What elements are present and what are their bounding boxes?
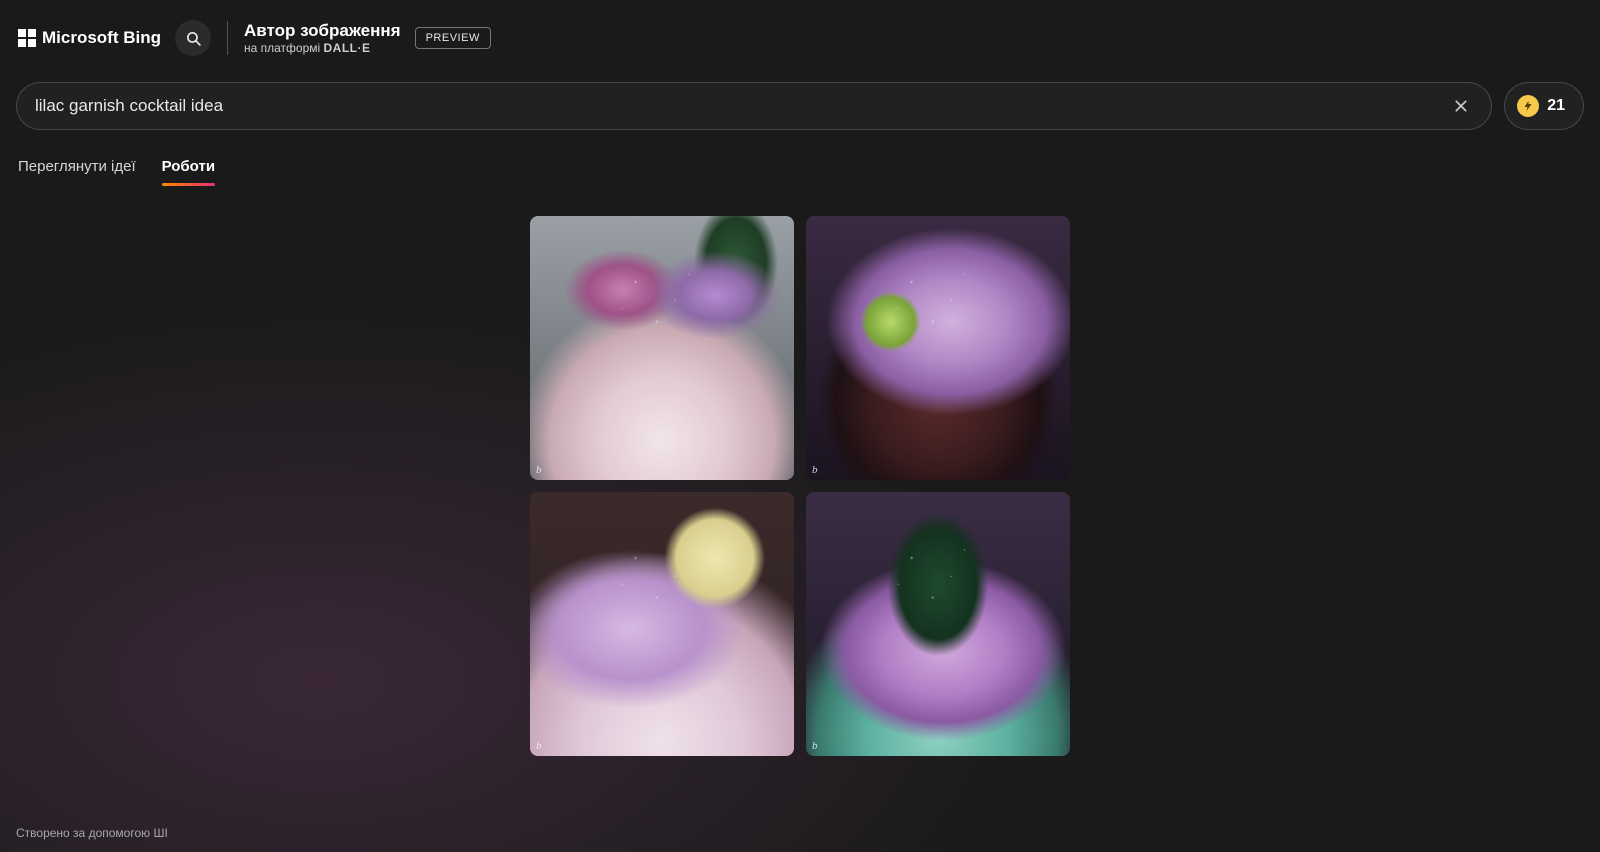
title-block: Автор зображення на платформі DALL·E xyxy=(244,21,401,55)
result-image-1[interactable]: b xyxy=(530,216,794,480)
ai-disclosure: Створено за допомогою ШІ xyxy=(16,826,168,840)
preview-badge: PREVIEW xyxy=(415,27,491,49)
tab-ideas[interactable]: Переглянути ідеї xyxy=(18,158,136,185)
header-search-button[interactable] xyxy=(175,20,211,56)
divider xyxy=(227,21,228,55)
clear-prompt-button[interactable] xyxy=(1449,94,1473,118)
prompt-input-container xyxy=(16,82,1492,130)
microsoft-icon xyxy=(18,29,36,47)
watermark-icon: b xyxy=(812,740,818,752)
credits-pill[interactable]: 21 xyxy=(1504,82,1584,130)
results-grid: b b b b xyxy=(530,216,1070,756)
watermark-icon: b xyxy=(812,464,818,476)
boost-icon xyxy=(1517,95,1539,117)
prompt-bar: 21 xyxy=(16,82,1584,130)
result-image-3[interactable]: b xyxy=(530,492,794,756)
bing-logo[interactable]: Microsoft Bing xyxy=(18,28,161,48)
results-area: b b b b xyxy=(0,216,1600,756)
result-image-4[interactable]: b xyxy=(806,492,1070,756)
tabs: Переглянути ідеї Роботи xyxy=(0,158,1600,186)
page-title: Автор зображення xyxy=(244,21,401,41)
credits-count: 21 xyxy=(1547,97,1565,115)
watermark-icon: b xyxy=(536,464,542,476)
search-icon xyxy=(185,30,202,47)
logo-text: Microsoft Bing xyxy=(42,28,161,48)
tab-works[interactable]: Роботи xyxy=(162,158,215,185)
close-icon xyxy=(1453,98,1469,114)
watermark-icon: b xyxy=(536,740,542,752)
page-subtitle: на платформі DALL·E xyxy=(244,41,401,55)
prompt-input[interactable] xyxy=(35,96,1449,116)
result-image-2[interactable]: b xyxy=(806,216,1070,480)
app-header: Microsoft Bing Автор зображення на платф… xyxy=(0,0,1600,76)
